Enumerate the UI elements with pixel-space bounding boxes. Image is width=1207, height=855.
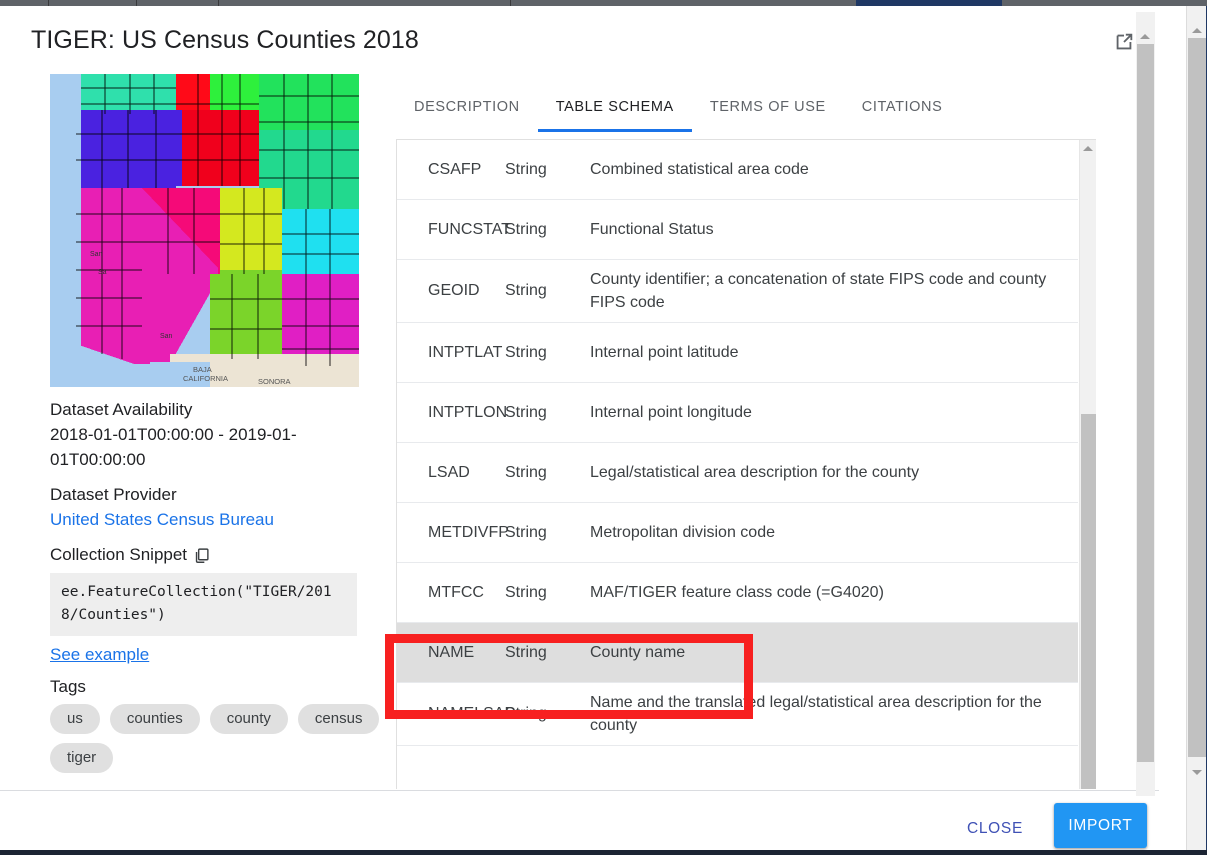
- import-button[interactable]: IMPORT: [1054, 803, 1147, 848]
- column-description-cell: Metropolitan division code: [590, 524, 775, 541]
- column-type-cell: String: [505, 282, 547, 299]
- tag-chip[interactable]: tiger: [50, 743, 114, 773]
- column-description-cell: Internal point longitude: [590, 404, 752, 421]
- tab-description[interactable]: DESCRIPTION: [396, 92, 538, 132]
- column-name-cell: INTPTLON: [428, 403, 508, 421]
- page-scroll-up-arrow-icon[interactable]: [1192, 28, 1202, 33]
- see-example-link[interactable]: See example: [50, 645, 149, 665]
- page-title: TIGER: US Census Counties 2018: [31, 26, 419, 54]
- table-schema-rows: CSAFP String Combined statistical area cod…: [397, 140, 1078, 746]
- svg-text:San: San: [160, 333, 173, 340]
- column-description-cell: County name: [590, 644, 686, 661]
- column-name-cell: FUNCSTAT: [428, 220, 511, 238]
- column-type-cell: String: [505, 705, 547, 722]
- column-type-cell: String: [505, 343, 547, 361]
- dataset-info-panel: San Sa San BAJA CALIFORNIA SONORA Datase…: [50, 74, 380, 773]
- table-row[interactable]: MTFCC String MAF/TIGER feature class code …: [397, 563, 1078, 623]
- dialog-scroll-up-arrow-icon[interactable]: [1140, 34, 1150, 39]
- table-row[interactable]: FUNCSTAT String Functional Status: [397, 200, 1078, 260]
- tab-terms-of-use[interactable]: TERMS OF USE: [692, 92, 844, 132]
- close-button[interactable]: CLOSE: [955, 811, 1035, 847]
- collection-snippet-header: Collection Snippet: [50, 543, 380, 567]
- table-row[interactable]: METDIVFP String Metropolitan division code: [397, 503, 1078, 563]
- collection-snippet-label: Collection Snippet: [50, 545, 188, 564]
- column-name-cell: GEOID: [428, 282, 480, 299]
- column-type-cell: String: [505, 403, 547, 421]
- dataset-details-dialog: TIGER: US Census Counties 2018 San Sa Sa…: [0, 6, 1159, 850]
- column-name-cell: METDIVFP: [428, 523, 509, 541]
- table-scrollbar-thumb[interactable]: [1081, 414, 1096, 789]
- tag-chip[interactable]: census: [297, 704, 380, 734]
- dataset-availability-label: Dataset Availability: [50, 400, 193, 419]
- column-type-cell: String: [505, 523, 547, 541]
- column-description-cell: Legal/statistical area description for t…: [590, 464, 920, 481]
- map-thumbnail: San Sa San BAJA CALIFORNIA SONORA: [50, 74, 359, 387]
- column-name-cell: NAME: [428, 643, 475, 661]
- top-strip-divider: [48, 0, 49, 6]
- tags-label: Tags: [50, 677, 86, 696]
- dataset-provider-label: Dataset Provider: [50, 485, 177, 504]
- column-description-cell: Combined statistical area code: [590, 161, 809, 178]
- column-type-cell: String: [505, 463, 547, 481]
- column-description-cell: County identifier; a concatenation of st…: [590, 271, 1047, 311]
- svg-text:SONORA: SONORA: [258, 377, 291, 386]
- scroll-up-arrow-icon[interactable]: [1083, 146, 1093, 151]
- column-description-cell: Internal point latitude: [590, 344, 739, 361]
- tag-chip[interactable]: county: [209, 704, 288, 734]
- tab-table-schema[interactable]: TABLE SCHEMA: [537, 92, 692, 132]
- open-in-new-icon[interactable]: [1113, 31, 1135, 53]
- table-row[interactable]: NAME String County name: [397, 623, 1078, 683]
- page-scrollbar[interactable]: [1186, 6, 1207, 850]
- tag-chip[interactable]: counties: [109, 704, 200, 734]
- tags-list: us counties county census tiger: [50, 704, 380, 773]
- table-row[interactable]: CSAFP String Combined statistical area cod…: [397, 140, 1078, 200]
- column-name-cell: LSAD: [428, 463, 470, 481]
- table-schema-container: CSAFP String Combined statistical area cod…: [396, 139, 1096, 789]
- dataset-tabs: DESCRIPTION TABLE SCHEMA TERMS OF USE CITAT…: [396, 92, 960, 139]
- table-row[interactable]: INTPTLON String Internal point longitude: [397, 383, 1078, 443]
- tab-citations[interactable]: CITATIONS: [844, 92, 961, 132]
- taskbar-strip: [0, 850, 1207, 855]
- table-row[interactable]: GEOID String County identifier; a concaten…: [397, 260, 1078, 323]
- top-strip-divider: [510, 0, 511, 6]
- column-description-cell: Name and the translated legal/statistica…: [590, 694, 1042, 734]
- column-name-cell: CSAFP: [428, 160, 482, 178]
- svg-text:Sa: Sa: [98, 269, 107, 276]
- top-strip-active-tab-hint: [856, 0, 1002, 6]
- collection-snippet-code[interactable]: ee.FeatureCollection("TIGER/2018/Countie…: [50, 573, 357, 636]
- dataset-availability-value: 2018-01-01T00:00:00 - 2019-01-01T00:00:0…: [50, 425, 297, 469]
- dialog-scrollbar[interactable]: [1136, 12, 1155, 796]
- table-row[interactable]: LSAD String Legal/statistical area descrip…: [397, 443, 1078, 503]
- dataset-provider-link[interactable]: United States Census Bureau: [50, 507, 274, 532]
- column-type-cell: String: [505, 583, 547, 601]
- tag-chip[interactable]: us: [50, 704, 100, 734]
- table-row[interactable]: NAMELSAD String Name and the translated le…: [397, 683, 1078, 746]
- column-description-cell: MAF/TIGER feature class code (=G4020): [590, 584, 884, 601]
- column-type-cell: String: [505, 220, 547, 238]
- footer-divider: [0, 790, 1159, 791]
- dialog-scrollbar-thumb[interactable]: [1137, 44, 1154, 762]
- column-description-cell: Functional Status: [590, 221, 714, 238]
- copy-icon[interactable]: [193, 547, 210, 564]
- column-type-cell: String: [505, 160, 547, 178]
- browser-top-strip: [0, 0, 1207, 6]
- column-type-cell: String: [505, 643, 547, 661]
- table-row[interactable]: INTPTLAT String Internal point latitude: [397, 323, 1078, 383]
- svg-text:CALIFORNIA: CALIFORNIA: [183, 374, 228, 383]
- column-name-cell: MTFCC: [428, 583, 484, 601]
- svg-text:San: San: [90, 251, 103, 258]
- top-strip-divider: [136, 0, 137, 6]
- column-name-cell: INTPTLAT: [428, 343, 503, 361]
- top-strip-divider: [218, 0, 219, 6]
- svg-text:BAJA: BAJA: [193, 365, 212, 374]
- table-scrollbar[interactable]: [1079, 140, 1096, 789]
- column-name-cell: NAMELSAD: [428, 705, 517, 722]
- page-scroll-down-arrow-icon[interactable]: [1192, 770, 1202, 775]
- page-scrollbar-thumb[interactable]: [1188, 38, 1207, 757]
